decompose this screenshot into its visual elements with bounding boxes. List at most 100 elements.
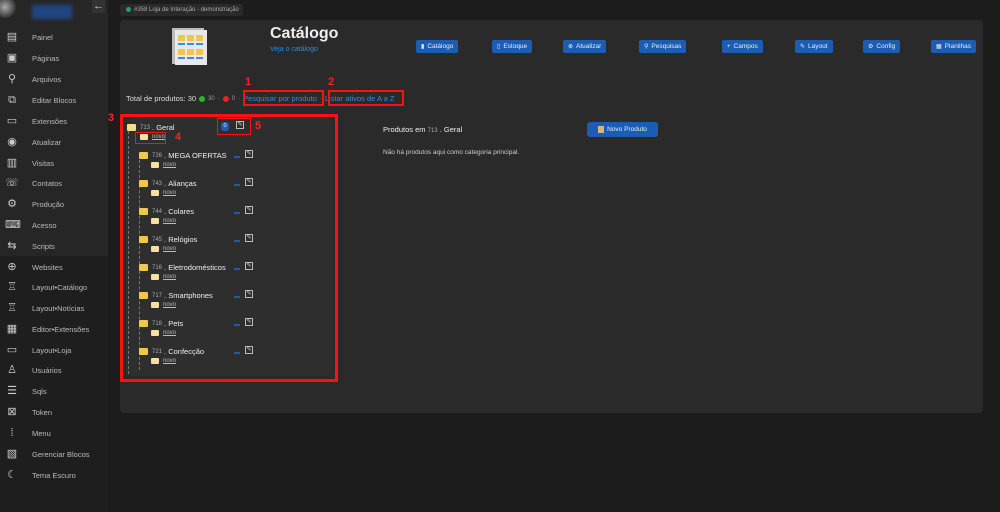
sidebar-item-label: Menu (32, 428, 51, 438)
toolbar-pesquisas-button[interactable]: ⚲ Pesquisas (639, 40, 687, 53)
annotation-box-4 (135, 132, 166, 144)
sidebar-item-label: Acesso (32, 220, 57, 230)
sidebar-item-usu-rios[interactable]: ♙ Usuários (0, 360, 108, 380)
sidebar-item-contatos[interactable]: ☏ Contatos (0, 173, 108, 193)
brand-name-blurred (32, 5, 72, 19)
store-icon: ▭ (6, 344, 18, 356)
sidebar-item-atualizar[interactable]: ◉ Atualizar (0, 132, 108, 152)
globe-icon (126, 6, 131, 12)
book-icon (598, 126, 605, 133)
layout-icon: ♖ (7, 302, 17, 314)
sidebar-item-gerenciar-blocos[interactable]: ▧ Gerenciar Blocos (0, 444, 108, 464)
site-pill[interactable]: #358 Loja de Interação - demonstração (120, 4, 243, 16)
editor-icon: ▦ (6, 323, 18, 335)
sidebar-item-label: Websites (32, 262, 63, 272)
spreadsheet-icon: ▦ (936, 44, 942, 50)
sidebar-item-scripts[interactable]: ⇆ Scripts (0, 236, 108, 256)
sidebar-item-menu[interactable]: ⁞ Menu (0, 423, 108, 443)
sidebar-item-layout-cat-logo[interactable]: ♖ Layout•Catálogo (0, 277, 108, 297)
active-count: 30 (208, 95, 215, 102)
sidebar-item-label: Atualizar (32, 137, 62, 147)
pencil-icon: ✎ (800, 44, 806, 50)
scripts-icon: ⇆ (7, 240, 17, 252)
sidebar-item-label: Layout•Catálogo (32, 282, 88, 292)
sidebar-item-label: Produção (32, 199, 65, 209)
empty-message: Não há produtos aqui como categoria prin… (383, 149, 520, 156)
sidebar-item-label: Layout•Notícias (32, 303, 85, 313)
manage-blocks-icon: ▧ (6, 448, 18, 460)
products-heading: Produtos em 713 . Geral (383, 125, 463, 134)
sidebar-item-label: Extensões (32, 116, 68, 126)
sidebar-item-p-ginas[interactable]: ▣ Páginas (0, 48, 108, 68)
toolbar-planilhas-button[interactable]: ▦ Planilhas (931, 40, 977, 53)
sidebar-item-label: Usuários (32, 365, 62, 375)
toolbar-campos-button[interactable]: + Campos (722, 40, 763, 53)
logo (0, 0, 16, 18)
sidebar-item-editar-blocos[interactable]: ⧉ Editar Blocos (0, 90, 108, 110)
layout-icon: ♖ (7, 281, 17, 293)
grid-icon: ⁞ (10, 427, 14, 439)
sidebar-item-layout-not-cias[interactable]: ♖ Layout•Notícias (0, 298, 108, 318)
paperclip-icon: ⚲ (7, 73, 17, 85)
annotation-label: 1 (245, 76, 252, 88)
annotation-label: 3 (108, 112, 115, 124)
sidebar-item-sqls[interactable]: ☰ Sqls (0, 381, 108, 401)
sidebar-item-token[interactable]: ⊠ Token (0, 402, 108, 422)
contacts-icon: ☏ (5, 177, 19, 189)
refresh-icon: ◉ (7, 136, 17, 148)
sidebar-item-label: Tema Escuro (32, 470, 76, 480)
toolbar-catalogo-button[interactable]: ▮ Catálogo (416, 40, 459, 53)
sidebar-item-label: Arquivos (32, 74, 62, 84)
total-label: Total de produtos: 30 (126, 94, 197, 103)
inactive-count: 0 (231, 95, 236, 102)
sidebar-item-tema-escuro[interactable]: ☾ Tema Escuro (0, 465, 108, 485)
book-icon: ▮ (421, 44, 425, 50)
moon-icon: ☾ (7, 469, 17, 481)
sidebar-item-label: Sqls (32, 386, 47, 396)
sidebar-item-acesso[interactable]: ⌨ Acesso (0, 215, 108, 235)
toolbar-config-button[interactable]: ⚙ Config (863, 40, 901, 53)
annotation-box-5 (217, 118, 251, 135)
annotation-label: 2 (328, 76, 335, 88)
sidebar-item-editor-extens-es[interactable]: ▦ Editor•Extensões (0, 319, 108, 339)
sidebar-item-layout-loja[interactable]: ▭ Layout•Loja (0, 340, 108, 360)
sidebar-item-label: Token (32, 407, 53, 417)
toolbar-estoque-button[interactable]: ▯ Estoque (492, 40, 533, 53)
blocks-icon: ⧉ (8, 94, 16, 106)
arrow-left-icon[interactable]: ← (92, 0, 105, 13)
sidebar-item-extens-es[interactable]: ▭ Extensões (0, 111, 108, 131)
pages-icon: ▣ (6, 52, 18, 64)
annotation-box-3 (120, 114, 338, 382)
sidebar-item-label: Páginas (32, 53, 60, 63)
gear-icon: ⚙ (868, 44, 874, 50)
production-icon: ⚙ (7, 198, 17, 210)
search-icon: ⚲ (644, 44, 649, 50)
annotation-box-1 (243, 90, 324, 106)
annotation-label: 4 (175, 131, 182, 143)
extensions-icon: ▭ (6, 115, 18, 127)
inactive-dot-icon (222, 95, 229, 102)
view-catalog-link[interactable]: Veja o catálogo (270, 46, 318, 53)
sidebar-item-produ-o[interactable]: ⚙ Produção (0, 194, 108, 214)
chart-icon: ▥ (6, 157, 18, 169)
toolbar-atualizar-button[interactable]: ⊕ Atualizar (563, 40, 607, 53)
new-product-button[interactable]: Novo Produto (587, 122, 658, 137)
access-icon: ⌨ (5, 219, 21, 231)
sidebar-item-label: Painel (32, 32, 53, 42)
site-name: #358 Loja de Interação - demonstração (134, 7, 239, 13)
sidebar-item-arquivos[interactable]: ⚲ Arquivos (0, 69, 108, 89)
sidebar: ← ▤ Painel ▣ Páginas ⚲ Arquivos ⧉ Editar Blocos… (0, 0, 108, 512)
separator: · (217, 95, 220, 102)
sidebar-item-websites[interactable]: ⊕ Websites (0, 257, 108, 277)
plus-icon: + (727, 43, 731, 50)
sidebar-item-label: Visitas (32, 158, 54, 168)
sidebar-item-visitas[interactable]: ▥ Visitas (0, 153, 108, 173)
dashboard-icon: ▤ (6, 31, 18, 43)
globe-icon: ⊕ (7, 261, 17, 273)
toolbar-layout-button[interactable]: ✎ Layout (795, 40, 833, 53)
user-icon: ♙ (7, 364, 17, 376)
sidebar-item-painel[interactable]: ▤ Painel (0, 27, 108, 47)
box-icon: ▯ (497, 44, 501, 50)
sidebar-item-label: Editar Blocos (32, 95, 77, 105)
annotation-label: 5 (255, 120, 262, 132)
